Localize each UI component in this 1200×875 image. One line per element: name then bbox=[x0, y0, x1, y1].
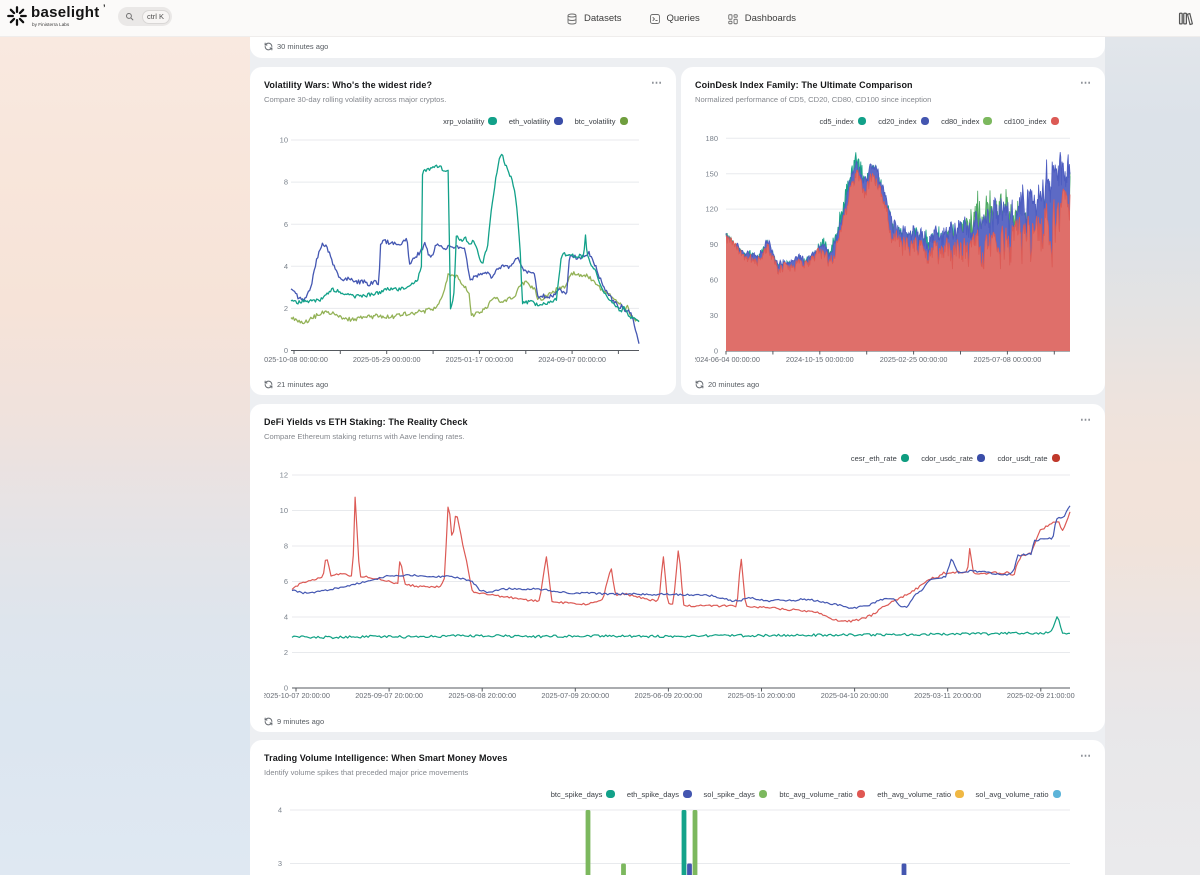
svg-text:6: 6 bbox=[284, 220, 288, 229]
svg-text:2025-02-09 21:00:00: 2025-02-09 21:00:00 bbox=[1007, 691, 1075, 700]
svg-text:120: 120 bbox=[705, 205, 718, 214]
svg-text:3: 3 bbox=[278, 859, 282, 868]
svg-text:2025-10-07 20:00:00: 2025-10-07 20:00:00 bbox=[264, 691, 330, 700]
svg-text:2025-04-10 20:00:00: 2025-04-10 20:00:00 bbox=[821, 691, 889, 700]
svg-text:2025-06-09 20:00:00: 2025-06-09 20:00:00 bbox=[635, 691, 703, 700]
svg-text:2025-07-08 00:00:00: 2025-07-08 00:00:00 bbox=[974, 355, 1042, 364]
svg-text:4: 4 bbox=[284, 262, 288, 271]
svg-text:2: 2 bbox=[284, 304, 288, 313]
svg-text:4: 4 bbox=[278, 806, 282, 815]
svg-text:2024-10-15 00:00:00: 2024-10-15 00:00:00 bbox=[786, 355, 854, 364]
svg-text:2025-05-29 00:00:00: 2025-05-29 00:00:00 bbox=[353, 355, 421, 364]
svg-text:10: 10 bbox=[280, 136, 288, 145]
svg-text:0: 0 bbox=[284, 346, 288, 355]
svg-text:2025-07-09 20:00:00: 2025-07-09 20:00:00 bbox=[541, 691, 609, 700]
svg-text:6: 6 bbox=[284, 577, 288, 586]
svg-text:12: 12 bbox=[280, 471, 288, 480]
svg-text:2025-03-11 20:00:00: 2025-03-11 20:00:00 bbox=[914, 691, 981, 700]
svg-text:2024-09-07 00:00:00: 2024-09-07 00:00:00 bbox=[538, 355, 606, 364]
svg-text:90: 90 bbox=[710, 240, 718, 249]
svg-text:2025-09-07 20:00:00: 2025-09-07 20:00:00 bbox=[355, 691, 423, 700]
svg-text:2025-10-08 00:00:00: 2025-10-08 00:00:00 bbox=[264, 355, 328, 364]
svg-text:180: 180 bbox=[705, 134, 718, 143]
svg-text:8: 8 bbox=[284, 178, 288, 187]
svg-text:2: 2 bbox=[284, 648, 288, 657]
svg-text:60: 60 bbox=[710, 276, 718, 285]
svg-text:10: 10 bbox=[280, 506, 288, 515]
svg-text:2025-02-25 00:00:00: 2025-02-25 00:00:00 bbox=[880, 355, 948, 364]
svg-text:2024-06-04 00:00:00: 2024-06-04 00:00:00 bbox=[695, 355, 760, 364]
svg-text:2025-01-17 00:00:00: 2025-01-17 00:00:00 bbox=[446, 355, 514, 364]
svg-text:2025-08-08 20:00:00: 2025-08-08 20:00:00 bbox=[448, 691, 516, 700]
svg-text:30: 30 bbox=[710, 311, 718, 320]
svg-text:2025-05-10 20:00:00: 2025-05-10 20:00:00 bbox=[728, 691, 796, 700]
svg-text:8: 8 bbox=[284, 542, 288, 551]
svg-text:150: 150 bbox=[705, 169, 718, 178]
svg-text:4: 4 bbox=[284, 613, 288, 622]
